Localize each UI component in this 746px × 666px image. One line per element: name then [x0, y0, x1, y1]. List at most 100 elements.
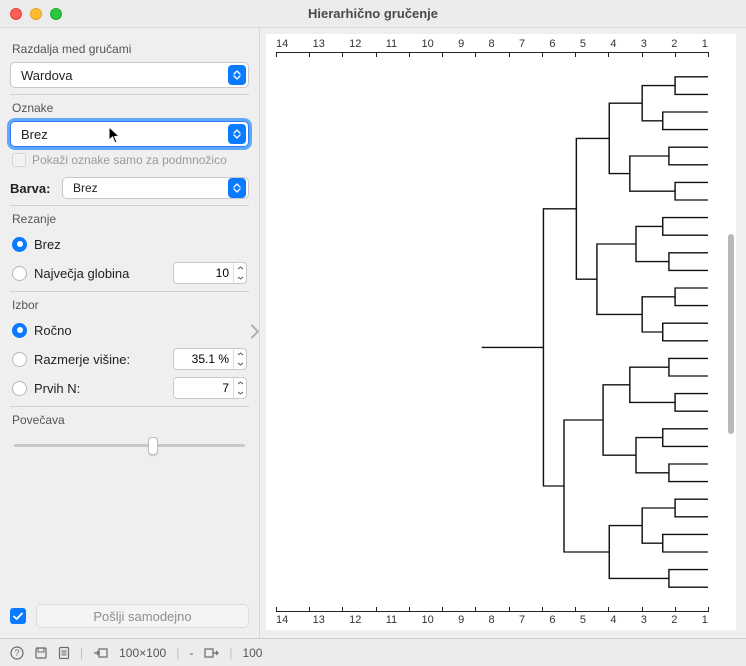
maxdepth-input[interactable]: [174, 266, 233, 280]
axis-tick: 12: [349, 38, 361, 50]
updown-arrows-icon: [228, 65, 246, 85]
linkage-group-label: Razdalja med gručami: [12, 42, 247, 56]
dendrogram-canvas[interactable]: 1413121110987654321 1413121110987654321: [266, 34, 736, 630]
axis-tick: 11: [386, 614, 397, 626]
radio-dot-icon: [12, 266, 27, 281]
selection-manual-radio[interactable]: Ročno: [12, 323, 72, 338]
spinner-icon[interactable]: [233, 263, 246, 283]
updown-arrows-icon: [228, 178, 246, 198]
selection-manual-row: Ročno: [12, 318, 247, 342]
selection-ratio-label: Razmerje višine:: [34, 352, 130, 367]
selection-ratio-radio[interactable]: Razmerje višine:: [12, 352, 130, 367]
axis-tick: 1: [702, 38, 708, 50]
send-button[interactable]: Pošlji samodejno: [36, 604, 249, 628]
axis-tick: 3: [641, 38, 647, 50]
input-icon: [93, 646, 109, 660]
minimize-window-button[interactable]: [30, 8, 42, 20]
dendrogram: [276, 68, 708, 596]
axis-tick: 4: [610, 38, 616, 50]
axis-tick: 13: [313, 614, 325, 626]
ratio-spinbox[interactable]: [173, 348, 247, 370]
separator: [10, 94, 249, 95]
axis-tick: 9: [458, 614, 464, 626]
selection-ratio-row: Razmerje višine:: [12, 347, 247, 371]
auto-send-checkbox[interactable]: [10, 608, 26, 624]
pruning-maxdepth-label: Največja globina: [34, 266, 129, 281]
selection-group-label: Izbor: [12, 298, 247, 312]
status-divider: |: [80, 646, 83, 660]
axis-tick: 6: [549, 614, 555, 626]
zoom-group-label: Povečava: [12, 413, 247, 427]
pruning-none-row: Brez: [12, 232, 247, 256]
axis-tick: 9: [458, 38, 464, 50]
axis-tick: 7: [519, 614, 525, 626]
topn-input[interactable]: [174, 381, 233, 395]
status-divider: |: [176, 646, 179, 660]
axis-tick: 3: [641, 614, 647, 626]
color-select[interactable]: Brez: [62, 177, 249, 199]
linkage-select-value: Wardova: [21, 68, 73, 83]
checkbox-box-icon: [12, 153, 26, 167]
axis-tick: 7: [519, 38, 525, 50]
status-output-summary: 100: [242, 646, 262, 660]
pruning-maxdepth-row: Največja globina: [12, 261, 247, 285]
separator: [10, 406, 249, 407]
status-input-summary: 100×100: [119, 646, 166, 660]
radio-dot-icon: [12, 323, 27, 338]
radio-dot-icon: [12, 237, 27, 252]
ratio-input[interactable]: [174, 352, 233, 366]
radio-dot-icon: [12, 352, 27, 367]
axis-tick: 1: [702, 614, 708, 626]
radio-dot-icon: [12, 381, 27, 396]
report-icon[interactable]: [58, 646, 70, 660]
separator: [10, 205, 249, 206]
save-icon[interactable]: [34, 646, 48, 660]
slider-thumb[interactable]: [148, 437, 158, 455]
axis-tick: 10: [421, 614, 433, 626]
svg-text:?: ?: [14, 648, 19, 658]
axis-tick: 11: [386, 38, 397, 50]
collapse-sidebar-icon[interactable]: [249, 323, 261, 344]
window-controls: [10, 8, 62, 20]
pruning-maxdepth-radio[interactable]: Največja globina: [12, 266, 129, 281]
maxdepth-spinbox[interactable]: [173, 262, 247, 284]
spinner-icon[interactable]: [233, 349, 246, 369]
pruning-group-label: Rezanje: [12, 212, 247, 226]
close-window-button[interactable]: [10, 8, 22, 20]
axis-tick: 10: [421, 38, 433, 50]
subset-only-label: Pokaži oznake samo za podmnožico: [32, 153, 227, 167]
axis-top: 1413121110987654321: [276, 38, 708, 53]
axis-tick: 8: [489, 614, 495, 626]
vertical-scrollbar[interactable]: [728, 234, 734, 434]
axis-tick: 2: [671, 614, 677, 626]
selection-topn-row: Prvih N:: [12, 376, 247, 400]
topn-spinbox[interactable]: [173, 377, 247, 399]
selection-topn-label: Prvih N:: [34, 381, 80, 396]
sidebar: Razdalja med gručami Wardova Oznake Brez…: [0, 28, 260, 638]
separator: [10, 291, 249, 292]
axis-tick: 4: [610, 614, 616, 626]
help-icon[interactable]: ?: [10, 646, 24, 660]
zoom-slider[interactable]: [14, 435, 245, 455]
selection-manual-label: Ročno: [34, 323, 72, 338]
annotations-select[interactable]: Brez: [10, 121, 249, 147]
color-label: Barva:: [10, 181, 54, 196]
main-area: Razdalja med gručami Wardova Oznake Brez…: [0, 28, 746, 638]
selection-topn-radio[interactable]: Prvih N:: [12, 381, 80, 396]
axis-tick: 14: [276, 614, 288, 626]
linkage-select[interactable]: Wardova: [10, 62, 249, 88]
output-icon: [203, 646, 219, 660]
annotations-group-label: Oznake: [12, 101, 247, 115]
pruning-none-radio[interactable]: Brez: [12, 237, 61, 252]
axis-tick: 2: [671, 38, 677, 50]
axis-tick: 12: [349, 614, 361, 626]
spinner-icon[interactable]: [233, 378, 246, 398]
axis-tick: 6: [549, 38, 555, 50]
pruning-none-label: Brez: [34, 237, 61, 252]
send-row: Pošlji samodejno: [10, 604, 249, 628]
axis-bottom: 1413121110987654321: [276, 611, 708, 626]
zoom-window-button[interactable]: [50, 8, 62, 20]
color-row: Barva: Brez: [10, 177, 249, 199]
window-title: Hierarhično gručenje: [0, 6, 746, 21]
status-input-extra: -: [189, 646, 193, 660]
